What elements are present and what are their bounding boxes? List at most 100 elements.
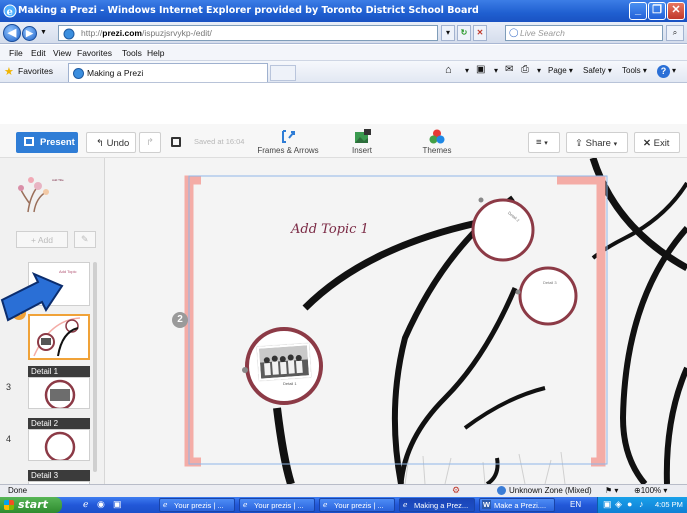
safety-menu[interactable]: Safety ▾ <box>583 66 612 75</box>
page-menu[interactable]: Page ▾ <box>548 66 573 75</box>
tray-network-icon[interactable]: ▣ <box>603 499 612 510</box>
insert-tool[interactable]: Insert <box>342 129 382 155</box>
search-input[interactable]: ◯ Live Search <box>505 25 663 41</box>
share-button[interactable]: ⇪ Share ▾ <box>566 132 628 153</box>
security-zone[interactable]: Unknown Zone (Mixed) <box>509 486 592 495</box>
status-text: Done <box>8 486 28 495</box>
present-button[interactable]: Present <box>16 132 78 153</box>
back-button[interactable]: ◀ <box>3 24 21 42</box>
save-icon[interactable] <box>171 137 181 147</box>
add-frame-button[interactable]: + Add <box>16 231 68 248</box>
topic-title[interactable]: Add Topic 1 <box>291 222 369 237</box>
taskbar-item-3[interactable]: ℯ Your prezis | ... <box>319 498 395 512</box>
history-dropdown-icon[interactable]: ▼ <box>40 29 47 36</box>
feeds-icon[interactable]: ▣ <box>476 64 485 75</box>
step-number-4: 4 <box>6 434 12 444</box>
taskbar-item-5[interactable]: W Make a Prezi.... <box>479 498 555 512</box>
step-number-3: 3 <box>6 382 12 392</box>
frames-arrows-tool[interactable]: Frames & Arrows <box>255 129 321 155</box>
url-path: /ispuzjsrvykp-/edit/ <box>141 28 212 38</box>
bubble-b-text: Detail 3 <box>543 280 557 285</box>
edit-path-button[interactable]: ✎ <box>74 231 96 248</box>
page-whitespace <box>0 84 687 124</box>
home-icon[interactable]: ⌂ <box>445 64 452 76</box>
exit-x-icon: ✕ <box>643 138 651 149</box>
frame-number-badge[interactable]: 2 <box>172 312 188 328</box>
themes-tool[interactable]: Themes <box>416 129 458 155</box>
share-icon: ⇪ <box>575 138 583 149</box>
help-dropdown-icon[interactable]: ▾ <box>672 66 676 75</box>
menu-dropdown-button[interactable]: ≡ ▾ <box>528 132 560 153</box>
address-input[interactable]: http://prezi.com/ispuzjsrvykp-/edit/ <box>58 25 438 41</box>
quicklaunch-media-icon[interactable]: ◉ <box>97 499 105 510</box>
start-label: start <box>18 498 48 511</box>
tab-title: Making a Prezi <box>87 68 144 78</box>
menu-tools[interactable]: Tools <box>122 48 142 58</box>
menu-bar: File Edit View Favorites Tools Help <box>0 45 687 61</box>
forward-button[interactable]: ▶ <box>22 26 37 41</box>
maximize-button[interactable]: ❐ <box>648 2 666 20</box>
overview-thumbnail[interactable]: Add Title <box>16 174 72 214</box>
taskbar-item-1[interactable]: ℯ Your prezis | ... <box>159 498 235 512</box>
favorites-button[interactable]: ★ Favorites <box>2 64 57 80</box>
refresh-icon[interactable]: ↻ <box>457 25 471 41</box>
quicklaunch-ie-icon[interactable]: ℯ <box>83 499 88 510</box>
print-dropdown-icon[interactable]: ▾ <box>537 66 541 75</box>
undo-button[interactable]: ↰ Undo <box>86 132 136 153</box>
share-label: Share <box>585 138 611 149</box>
tray-volume-icon[interactable]: ♪ <box>639 499 644 509</box>
favorites-bar: ★ Favorites Making a Prezi ⌂ ▾ ▣ ▾ ✉ ⎙ ▾… <box>0 61 687 83</box>
close-button[interactable]: ✕ <box>667 2 685 20</box>
language-indicator[interactable]: EN <box>570 500 581 509</box>
hamburger-icon: ≡ <box>536 137 542 148</box>
windows-logo-icon <box>4 500 14 510</box>
new-tab-button[interactable] <box>270 65 296 81</box>
step-thumbnail-3[interactable] <box>28 377 90 409</box>
minimize-button[interactable]: _ <box>629 2 647 20</box>
tray-shield-icon[interactable]: ◈ <box>615 499 622 510</box>
print-icon[interactable]: ⎙ <box>521 64 529 75</box>
quicklaunch-desktop-icon[interactable]: ▣ <box>113 499 122 510</box>
redo-button[interactable]: ↱ <box>139 132 161 153</box>
menu-help[interactable]: Help <box>147 48 164 58</box>
stop-icon[interactable]: ✕ <box>473 25 487 41</box>
window-title-bar[interactable]: e Making a Prezi - Windows Internet Expl… <box>0 0 687 22</box>
zone-globe-icon <box>497 486 506 495</box>
home-dropdown-icon[interactable]: ▾ <box>465 66 469 75</box>
exit-button[interactable]: ✕ Exit <box>634 132 680 153</box>
ie-task-icon: ℯ <box>243 500 248 509</box>
menu-edit[interactable]: Edit <box>31 48 46 58</box>
popup-blocked-icon[interactable]: ⚙ <box>452 485 460 496</box>
photo-caption: Detail 1 <box>283 381 297 386</box>
menu-favorites[interactable]: Favorites <box>77 48 112 58</box>
taskbar-item-2[interactable]: ℯ Your prezis | ... <box>239 498 315 512</box>
group-photo-image[interactable] <box>256 343 312 381</box>
present-icon <box>24 137 34 146</box>
url-domain: prezi.com <box>102 28 142 38</box>
search-go-icon[interactable]: ⌕ <box>666 25 684 41</box>
sidebar-scrollbar[interactable] <box>93 262 97 472</box>
step-3-label: Detail 1 <box>28 366 90 377</box>
taskbar-item-4-active[interactable]: ℯ Making a Prez... <box>399 498 475 512</box>
tray-status-icon[interactable]: ● <box>627 499 632 509</box>
themes-label: Themes <box>422 146 452 155</box>
mail-icon[interactable]: ✉ <box>505 64 513 75</box>
svg-text:e: e <box>7 7 13 18</box>
zoom-level[interactable]: ⊕100% ▾ <box>634 486 667 495</box>
help-icon[interactable]: ? <box>657 65 670 78</box>
clock[interactable]: 4:05 PM <box>655 500 683 509</box>
insert-image-icon <box>354 129 371 144</box>
feeds-dropdown-icon[interactable]: ▾ <box>494 66 498 75</box>
tools-menu[interactable]: Tools ▾ <box>622 66 647 75</box>
step-thumbnail-4[interactable] <box>28 429 90 461</box>
tab-making-a-prezi[interactable]: Making a Prezi <box>68 63 268 82</box>
system-tray: ▣ ◈ ● ♪ 4:05 PM <box>597 497 687 513</box>
start-button[interactable]: start <box>0 497 62 513</box>
ie-task-icon: ℯ <box>163 500 168 509</box>
menu-view[interactable]: View <box>53 48 71 58</box>
protected-mode-icon[interactable]: ⚑ ▾ <box>605 486 618 495</box>
live-search-icon: ◯ <box>509 27 519 37</box>
menu-file[interactable]: File <box>9 48 23 58</box>
prezi-canvas[interactable]: 2 Add Topic 1 Detail 1 Detail 2 Detail 3 <box>105 158 687 484</box>
address-dropdown-icon[interactable]: ▾ <box>441 25 455 41</box>
